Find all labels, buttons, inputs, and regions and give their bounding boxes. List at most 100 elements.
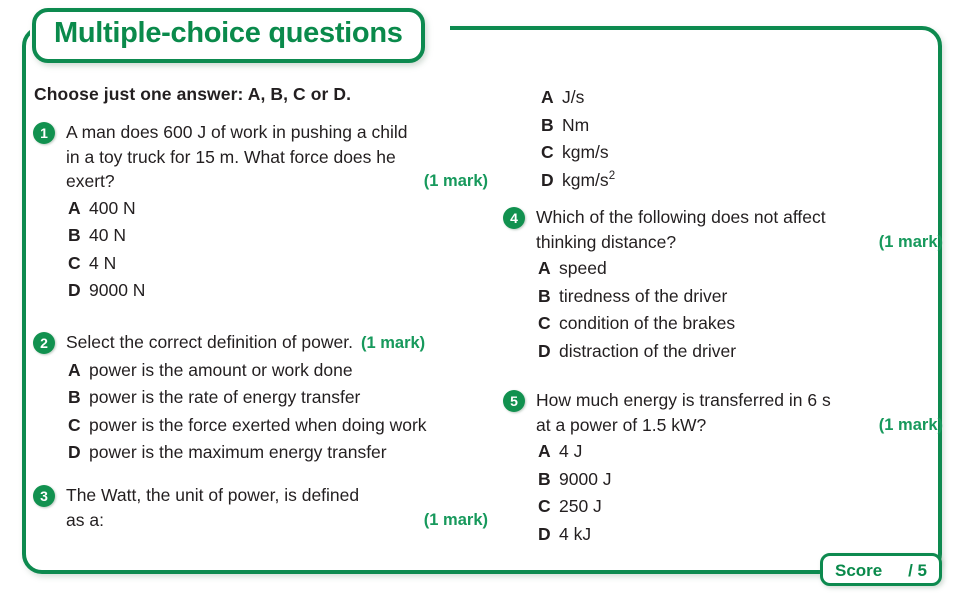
option-letter: A xyxy=(538,441,551,461)
question-2-line-1-text: Select the correct definition of power. xyxy=(66,332,353,352)
question-3-option-c[interactable]: Ckgm/s xyxy=(541,139,615,167)
option-text: tiredness of the driver xyxy=(559,285,728,306)
question-2-option-a[interactable]: Apower is the amount or work done xyxy=(68,357,488,385)
option-text: 4 kJ xyxy=(559,523,592,544)
score-total: / 5 xyxy=(908,561,927,580)
question-5-option-c[interactable]: C 250 J xyxy=(538,493,943,521)
question-4-text: Which of the following does not affect t… xyxy=(536,205,943,254)
question-2-option-b[interactable]: Bpower is the rate of energy transfer xyxy=(68,384,488,412)
question-2-options: Apower is the amount or work done Bpower… xyxy=(33,357,488,467)
question-5-option-a[interactable]: A 4 J xyxy=(538,438,943,466)
option-text: power is the maximum energy transfer xyxy=(89,442,387,462)
option-letter: B xyxy=(538,468,551,489)
option-letter: B xyxy=(541,114,554,135)
option-letter: D xyxy=(538,523,551,544)
question-1-option-d[interactable]: D 9000 N xyxy=(68,277,488,305)
question-3: 3 The Watt, the unit of power, is define… xyxy=(33,483,488,532)
question-3-options: A J/s B Nm Ckgm/s Dkgm/s2 xyxy=(541,84,615,194)
option-text: 4 J xyxy=(559,441,583,461)
question-1-line-3: exert? (1 mark) xyxy=(66,169,488,194)
question-4-line-2: thinking distance? (1 mark) xyxy=(536,230,943,255)
page-title-tab: Multiple-choice questions xyxy=(32,8,425,63)
option-letter: B xyxy=(68,387,81,407)
question-1-text: A man does 600 J of work in pushing a ch… xyxy=(66,120,488,194)
option-text: 4 N xyxy=(89,252,117,273)
question-3-text: The Watt, the unit of power, is defined … xyxy=(66,483,488,532)
option-letter: C xyxy=(538,313,551,333)
option-letter: D xyxy=(68,442,81,462)
question-5-line-2-text: at a power of 1.5 kW? xyxy=(536,414,707,435)
question-5-number: 5 xyxy=(503,390,525,412)
question-5-mark: (1 mark) xyxy=(878,415,943,434)
question-5-option-d[interactable]: D 4 kJ xyxy=(538,521,943,549)
question-4-option-a[interactable]: Aspeed xyxy=(538,255,943,283)
question-4-line-2-text: thinking distance? xyxy=(536,231,677,252)
question-3-option-b[interactable]: B Nm xyxy=(541,112,615,140)
option-letter: C xyxy=(541,142,554,162)
option-letter: D xyxy=(68,280,81,300)
option-text: 9000 J xyxy=(559,468,612,489)
question-5: 5 How much energy is transferred in 6 s … xyxy=(503,388,943,548)
question-4: 4 Which of the following does not affect… xyxy=(503,205,943,365)
option-text: 400 N xyxy=(89,197,136,218)
question-2-option-c[interactable]: Cpower is the force exerted when doing w… xyxy=(68,412,488,440)
question-2-text: Select the correct definition of power. (… xyxy=(66,330,488,356)
question-4-option-b[interactable]: Btiredness of the driver xyxy=(538,283,943,311)
question-4-option-c[interactable]: Ccondition of the brakes xyxy=(538,310,943,338)
question-1: 1 A man does 600 J of work in pushing a … xyxy=(33,120,488,305)
option-text: 250 J xyxy=(559,496,602,516)
option-text-base: kgm/s xyxy=(562,169,609,190)
option-text: power is the rate of energy transfer xyxy=(89,387,361,407)
question-3-line-2-text: as a: xyxy=(66,509,104,530)
question-5-option-b[interactable]: B 9000 J xyxy=(538,466,943,494)
option-letter: A xyxy=(68,197,81,218)
option-text: 40 N xyxy=(89,225,126,245)
question-5-text: How much energy is transferred in 6 s at… xyxy=(536,388,943,437)
option-letter: A xyxy=(538,258,551,278)
question-4-options: Aspeed Btiredness of the driver Cconditi… xyxy=(503,255,943,365)
question-1-line-1: A man does 600 J of work in pushing a ch… xyxy=(66,122,408,142)
option-text: Nm xyxy=(562,114,590,135)
option-text: 9000 N xyxy=(89,280,146,300)
option-text: condition of the brakes xyxy=(559,313,736,333)
option-text: kgm/s2 xyxy=(562,170,615,190)
option-text: speed xyxy=(559,258,607,278)
question-3-line-2: as a: (1 mark) xyxy=(66,508,488,533)
question-1-option-c[interactable]: C 4 N xyxy=(68,250,488,278)
option-letter: D xyxy=(541,169,554,190)
question-1-option-b[interactable]: B 40 N xyxy=(68,222,488,250)
question-4-head: 4 Which of the following does not affect… xyxy=(503,205,943,254)
question-2-mark: (1 mark) xyxy=(360,334,426,352)
question-1-option-a[interactable]: A 400 N xyxy=(68,195,488,223)
option-letter: A xyxy=(68,359,81,380)
score-box[interactable]: Score / 5 xyxy=(820,553,942,586)
question-4-number: 4 xyxy=(503,207,525,229)
question-2-number: 2 xyxy=(33,332,55,354)
score-label: Score xyxy=(835,561,883,580)
question-4-mark: (1 mark) xyxy=(878,232,943,251)
question-3-option-d[interactable]: Dkgm/s2 xyxy=(541,167,615,195)
option-letter: C xyxy=(538,496,551,516)
option-text: J/s xyxy=(562,87,585,107)
question-3-mark: (1 mark) xyxy=(423,510,488,529)
question-4-line-1: Which of the following does not affect xyxy=(536,207,826,227)
question-4-option-d[interactable]: Ddistraction of the driver xyxy=(538,338,943,366)
question-3-line-1: The Watt, the unit of power, is defined xyxy=(66,485,360,505)
question-2-head: 2 Select the correct definition of power… xyxy=(33,330,488,356)
question-5-options: A 4 J B 9000 J C 250 J D 4 kJ xyxy=(503,438,943,548)
question-3-option-a[interactable]: A J/s xyxy=(541,84,615,112)
question-3-head: 3 The Watt, the unit of power, is define… xyxy=(33,483,488,532)
question-5-line-2: at a power of 1.5 kW? (1 mark) xyxy=(536,413,943,438)
option-text: power is the amount or work done xyxy=(89,359,353,380)
question-2: 2 Select the correct definition of power… xyxy=(33,330,488,467)
option-text: distraction of the driver xyxy=(559,340,737,361)
option-letter: D xyxy=(538,340,551,361)
question-5-line-1: How much energy is transferred in 6 s xyxy=(536,390,831,410)
question-2-line-1: Select the correct definition of power. (… xyxy=(66,330,488,356)
question-1-line-3-text: exert? xyxy=(66,171,115,191)
worksheet-page: Multiple-choice questions Choose just on… xyxy=(0,0,960,597)
page-title: Multiple-choice questions xyxy=(54,17,403,49)
question-5-head: 5 How much energy is transferred in 6 s … xyxy=(503,388,943,437)
question-2-option-d[interactable]: Dpower is the maximum energy transfer xyxy=(68,439,488,467)
question-3-number: 3 xyxy=(33,485,55,507)
